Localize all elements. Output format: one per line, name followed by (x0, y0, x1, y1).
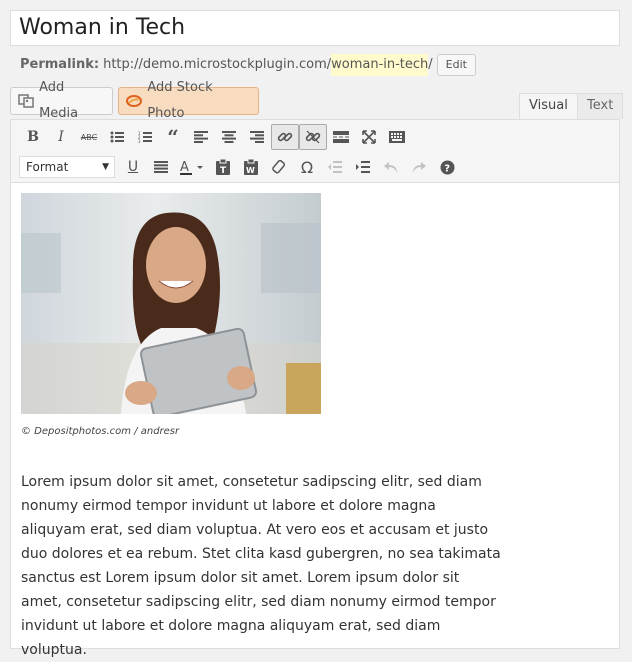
edit-permalink-button[interactable]: Edit (436, 54, 476, 76)
read-more-icon[interactable] (327, 124, 355, 150)
toolbar-toggle-icon[interactable] (383, 124, 411, 150)
format-select[interactable]: Format ▼ (19, 156, 115, 178)
tab-visual[interactable]: Visual (519, 93, 578, 119)
strikethrough-icon[interactable]: ABC (75, 124, 103, 150)
chevron-down-icon: ▼ (102, 162, 109, 172)
add-media-button[interactable]: Add Media (10, 80, 113, 121)
woman-tablet-photo[interactable] (21, 193, 321, 414)
svg-text:W: W (246, 166, 255, 175)
numbered-list-icon[interactable]: 123 (131, 124, 159, 150)
permalink-slug[interactable]: woman-in-tech (331, 54, 429, 76)
svg-text:3: 3 (138, 139, 141, 143)
blockquote-icon[interactable]: “ (159, 124, 187, 150)
svg-text:?: ? (444, 163, 450, 174)
toolbar-row-2: Format ▼ U A T W Ω ? (19, 153, 461, 181)
permalink-base-url[interactable]: http://demo.microstockplugin.com/ (103, 54, 331, 76)
post-body-paragraph[interactable]: Lorem ipsum dolor sit amet, consetetur s… (21, 470, 501, 662)
indent-icon[interactable] (349, 154, 377, 180)
underline-icon[interactable]: U (119, 154, 147, 180)
svg-text:T: T (220, 166, 227, 175)
post-editor: B I ABC 123 “ Format ▼ U A T W Ω ? © Dep… (10, 119, 620, 658)
clear-formatting-icon[interactable] (265, 154, 293, 180)
paste-word-icon[interactable]: W (237, 154, 265, 180)
undo-icon[interactable] (377, 154, 405, 180)
permalink-trail: / (428, 57, 433, 72)
permalink-label: Permalink: (20, 57, 100, 72)
special-character-icon[interactable]: Ω (293, 154, 321, 180)
svg-text:A: A (180, 160, 189, 175)
stock-photo-icon (125, 93, 142, 109)
paste-text-icon[interactable]: T (209, 154, 237, 180)
image-credit: © Depositphotos.com / andresr (21, 426, 180, 437)
post-title-input[interactable]: Woman in Tech (10, 10, 620, 46)
unlink-icon[interactable] (299, 124, 327, 150)
align-right-icon[interactable] (243, 124, 271, 150)
format-select-value: Format (26, 160, 69, 174)
help-icon[interactable]: ? (433, 154, 461, 180)
tab-text[interactable]: Text (577, 93, 624, 119)
editor-toolbar: B I ABC 123 “ Format ▼ U A T W Ω ? (11, 120, 619, 183)
insert-link-icon[interactable] (271, 124, 299, 150)
italic-icon[interactable]: I (47, 124, 75, 150)
add-stock-photo-button[interactable]: Add Stock Photo (118, 80, 259, 121)
text-color-icon[interactable]: A (175, 154, 209, 180)
align-left-icon[interactable] (187, 124, 215, 150)
outdent-icon[interactable] (321, 154, 349, 180)
align-center-icon[interactable] (215, 124, 243, 150)
fullscreen-icon[interactable] (355, 124, 383, 150)
justify-icon[interactable] (147, 154, 175, 180)
bold-icon[interactable]: B (19, 124, 47, 150)
bullet-list-icon[interactable] (103, 124, 131, 150)
permalink-bar: Permalink: http://demo.microstockplugin.… (20, 54, 476, 76)
redo-icon[interactable] (405, 154, 433, 180)
add-media-icon (17, 93, 34, 109)
toolbar-row-1: B I ABC 123 “ (19, 123, 411, 151)
